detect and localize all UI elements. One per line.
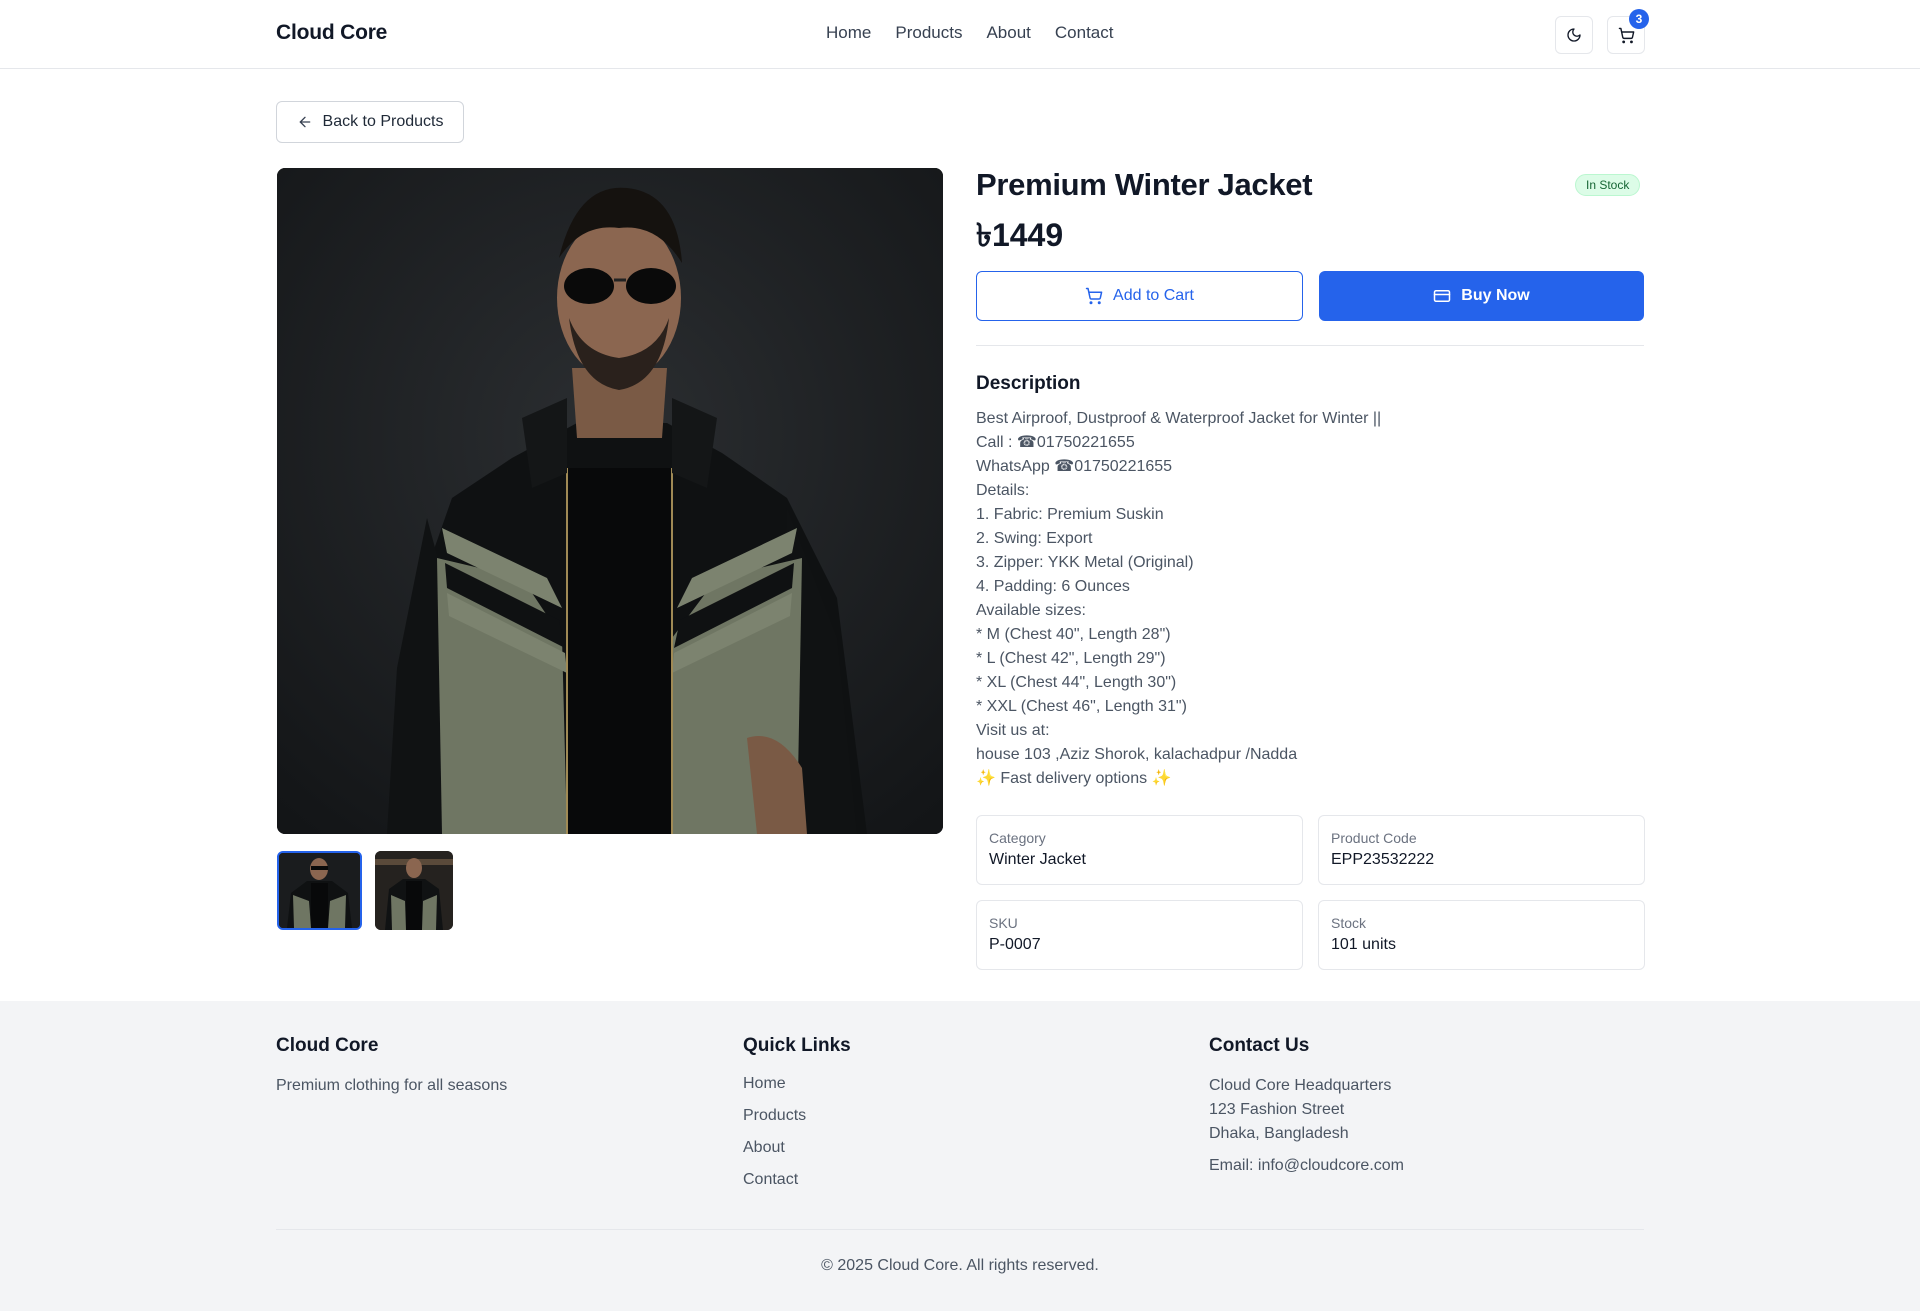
thumbnail-strip <box>277 851 453 930</box>
add-to-cart-button[interactable]: Add to Cart <box>976 271 1303 321</box>
product-main-image <box>277 168 943 834</box>
cart-count-badge: 3 <box>1629 9 1649 29</box>
buy-now-button[interactable]: Buy Now <box>1319 271 1644 321</box>
footer-brand-column: Cloud Core Premium clothing for all seas… <box>276 1035 507 1098</box>
footer-link-home[interactable]: Home <box>743 1074 851 1094</box>
footer-divider <box>276 1229 1644 1230</box>
info-value: Winter Jacket <box>989 851 1086 868</box>
footer-link-contact[interactable]: Contact <box>743 1170 851 1190</box>
description-line: * M (Chest 40", Length 28") <box>976 626 1171 643</box>
description-line: Call : ☎01750221655 <box>976 434 1135 451</box>
info-card-stock: Stock 101 units <box>1318 900 1645 970</box>
brand-logo[interactable]: Cloud Core <box>276 21 387 45</box>
info-card-category: Category Winter Jacket <box>976 815 1303 885</box>
description-line: WhatsApp ☎01750221655 <box>976 458 1173 475</box>
footer-link-products[interactable]: Products <box>743 1106 851 1126</box>
info-label: Stock <box>1331 915 1367 931</box>
site-header: Cloud Core Home Products About Contact 3 <box>0 0 1920 69</box>
stock-status-badge: In Stock <box>1575 174 1641 196</box>
description-line: 2. Swing: Export <box>976 530 1093 547</box>
description-line: Visit us at: <box>976 722 1050 739</box>
footer-contact-column: Contact Us Cloud Core Headquarters 123 F… <box>1209 1035 1404 1178</box>
product-title: Premium Winter Jacket <box>976 167 1313 202</box>
description-line: Available sizes: <box>976 602 1086 619</box>
jacket-photo <box>277 168 943 834</box>
thumbnail-image <box>279 853 360 928</box>
info-card-sku: SKU P-0007 <box>976 900 1303 970</box>
theme-toggle-button[interactable] <box>1555 16 1593 54</box>
footer-links-column: Quick Links Home Products About Contact <box>743 1035 851 1202</box>
description-body: Best Airproof, Dustproof & Waterproof Ja… <box>976 407 1644 791</box>
arrow-left-icon <box>299 116 310 128</box>
buy-now-label: Buy Now <box>1461 287 1530 304</box>
description-line: 3. Zipper: YKK Metal (Original) <box>976 554 1194 571</box>
thumbnail-image <box>375 851 453 930</box>
description-line: Best Airproof, Dustproof & Waterproof Ja… <box>976 410 1382 427</box>
footer-contact-heading: Contact Us <box>1209 1035 1310 1056</box>
credit-card-icon <box>1434 290 1451 302</box>
thumbnail-2[interactable] <box>375 851 453 930</box>
thumbnail-1[interactable] <box>277 851 362 930</box>
description-line: * XL (Chest 44", Length 30") <box>976 674 1177 691</box>
info-value: EPP23532222 <box>1331 851 1435 868</box>
description-line: * XXL (Chest 46", Length 31") <box>976 698 1187 715</box>
footer-address-line: 123 Fashion Street <box>1209 1101 1345 1118</box>
site-footer: Cloud Core Premium clothing for all seas… <box>0 1001 1920 1311</box>
footer-link-about[interactable]: About <box>743 1138 851 1158</box>
info-value: P-0007 <box>989 936 1041 953</box>
section-divider <box>976 345 1644 346</box>
nav-about[interactable]: About <box>986 23 1030 43</box>
description-line: * L (Chest 42", Length 29") <box>976 650 1166 667</box>
footer-address-line: Dhaka, Bangladesh <box>1209 1125 1349 1142</box>
description-line: Details: <box>976 482 1030 499</box>
footer-copyright: © 2025 Cloud Core. All rights reserved. <box>821 1257 1099 1274</box>
cart-button[interactable]: 3 <box>1607 9 1649 54</box>
info-label: SKU <box>989 915 1018 931</box>
footer-tagline: Premium clothing for all seasons <box>276 1077 508 1094</box>
footer-address-line: Cloud Core Headquarters <box>1209 1077 1392 1094</box>
moon-icon <box>1567 28 1581 42</box>
info-card-product-code: Product Code EPP23532222 <box>1318 815 1645 885</box>
info-label: Category <box>989 830 1046 846</box>
footer-brand-heading: Cloud Core <box>276 1035 379 1056</box>
description-heading: Description <box>976 373 1081 394</box>
footer-links-heading: Quick Links <box>743 1035 851 1056</box>
footer-email: Email: info@cloudcore.com <box>1209 1157 1404 1174</box>
description-line: 1. Fabric: Premium Suskin <box>976 506 1164 523</box>
cart-icon <box>1085 287 1103 305</box>
description-line: house 103 ,Aziz Shorok, kalachadpur /Nad… <box>976 746 1298 763</box>
description-line: 4. Padding: 6 Ounces <box>976 578 1130 595</box>
add-to-cart-label: Add to Cart <box>1113 287 1194 304</box>
info-label: Product Code <box>1331 830 1417 846</box>
main-nav: Home Products About Contact <box>826 23 1113 43</box>
nav-products[interactable]: Products <box>895 23 962 43</box>
cart-icon <box>1618 27 1634 43</box>
nav-contact[interactable]: Contact <box>1055 23 1114 43</box>
back-label: Back to Products <box>322 113 444 130</box>
nav-home[interactable]: Home <box>826 23 871 43</box>
description-line: ✨ Fast delivery options ✨ <box>976 770 1172 787</box>
product-price: ৳1449 <box>976 217 1064 253</box>
info-value: 101 units <box>1331 936 1396 953</box>
back-to-products-button[interactable]: Back to Products <box>276 101 464 143</box>
